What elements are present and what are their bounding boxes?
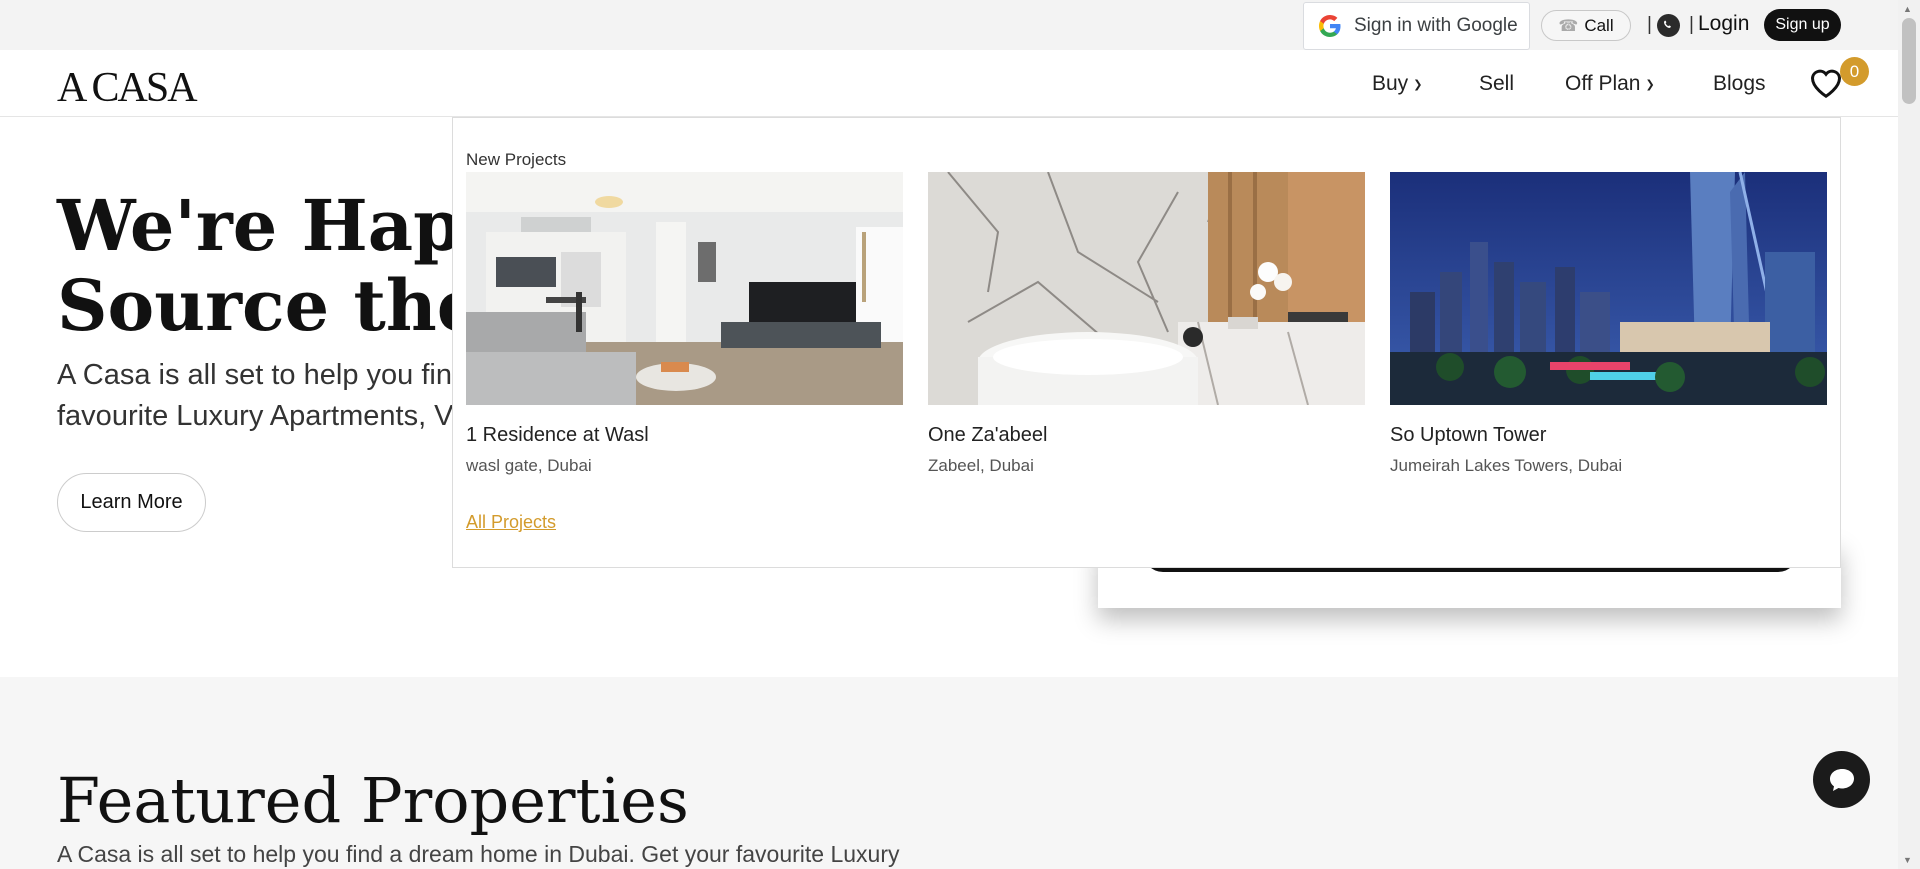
site-logo[interactable]: A CASA: [57, 64, 198, 112]
living-room-illustration: [466, 172, 903, 405]
whatsapp-icon[interactable]: [1657, 14, 1680, 37]
sign-up-button[interactable]: Sign up: [1764, 9, 1841, 41]
off-plan-dropdown: New Projects 1 Residence at Wasl wasl ga…: [452, 117, 1841, 568]
featured-section: Featured Properties A Casa is all set to…: [0, 677, 1898, 869]
project-name[interactable]: 1 Residence at Wasl: [466, 424, 903, 447]
apartment-living-room-image[interactable]: [466, 172, 903, 405]
nav-item-label: Buy: [1372, 72, 1409, 95]
all-projects-link[interactable]: All Projects: [466, 512, 556, 533]
marble-bathroom-image[interactable]: [928, 172, 1365, 405]
chevron-down-icon: ❯: [1413, 78, 1423, 91]
nav-item-label: Blogs: [1713, 72, 1766, 95]
bathroom-illustration: [928, 172, 1365, 405]
featured-description: A Casa is all set to help you find a dre…: [57, 841, 900, 867]
nav-item-label: Sell: [1479, 72, 1515, 95]
learn-more-button[interactable]: Learn More: [57, 473, 206, 532]
google-icon: [1319, 15, 1341, 37]
project-name[interactable]: One Za'abeel: [928, 424, 1365, 447]
featured-title: Featured Properties: [57, 764, 689, 837]
project-card-one-zaabeel[interactable]: One Za'abeel Zabeel, Dubai: [928, 172, 1365, 476]
whatsapp-phone-glyph: [1664, 20, 1671, 28]
heart-icon[interactable]: [1808, 65, 1844, 99]
page-scrollbar[interactable]: ▲ ▼: [1898, 0, 1920, 869]
nav-item-label: Off Plan: [1565, 72, 1641, 95]
nav-item-sell[interactable]: Sell: [1479, 72, 1514, 96]
wishlist-count-badge: 0: [1840, 57, 1869, 86]
project-name[interactable]: So Uptown Tower: [1390, 424, 1827, 447]
top-utility-bar: Sign in with Google ☎ Call | | Login Sig…: [0, 0, 1898, 50]
chevron-down-icon: ❯: [1645, 78, 1655, 91]
project-card-1-residence-at-wasl[interactable]: 1 Residence at Wasl wasl gate, Dubai: [466, 172, 903, 476]
call-button[interactable]: ☎ Call: [1541, 10, 1631, 41]
scrollbar-thumb[interactable]: [1902, 18, 1916, 104]
sign-in-with-google-button[interactable]: Sign in with Google: [1303, 2, 1530, 50]
scroll-down-arrow-icon[interactable]: ▼: [1903, 855, 1912, 865]
separator: |: [1647, 14, 1652, 35]
nav-item-buy[interactable]: Buy ❯: [1372, 72, 1422, 96]
phone-icon: ☎: [1558, 17, 1579, 35]
chat-button[interactable]: [1813, 751, 1870, 808]
nav-item-off-plan[interactable]: Off Plan ❯: [1565, 72, 1655, 96]
chat-bubble-icon: [1829, 768, 1854, 791]
night-skyline-image[interactable]: [1390, 172, 1827, 405]
separator: |: [1689, 14, 1694, 35]
call-button-label: Call: [1584, 15, 1614, 35]
skyline-illustration: [1390, 172, 1827, 405]
nav-item-blogs[interactable]: Blogs: [1713, 72, 1766, 96]
google-button-label: Sign in with Google: [1354, 15, 1518, 36]
main-navbar: A CASA Buy ❯ Sell Off Plan ❯ Blogs 0: [0, 50, 1898, 117]
dropdown-heading: New Projects: [466, 150, 567, 169]
login-link[interactable]: Login: [1698, 12, 1749, 36]
project-location: Zabeel, Dubai: [928, 456, 1034, 475]
project-location: Jumeirah Lakes Towers, Dubai: [1390, 456, 1623, 475]
scroll-up-arrow-icon[interactable]: ▲: [1903, 4, 1912, 14]
project-card-so-uptown-tower[interactable]: So Uptown Tower Jumeirah Lakes Towers, D…: [1390, 172, 1827, 476]
project-location: wasl gate, Dubai: [466, 456, 592, 475]
